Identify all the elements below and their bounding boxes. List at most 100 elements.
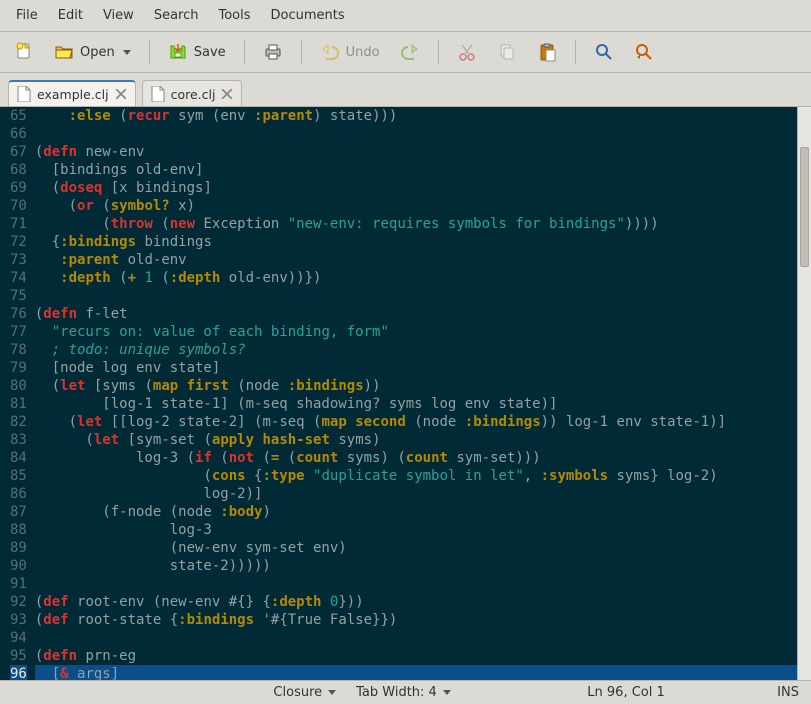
code-line[interactable]: (let [[log-2 state-2] (m-seq (map second…: [35, 413, 797, 431]
undo-button[interactable]: Undo: [314, 38, 386, 66]
code-line[interactable]: :parent old-env: [35, 251, 797, 269]
syntax-selector[interactable]: Closure: [273, 685, 336, 700]
code-line[interactable]: [& args]: [35, 665, 797, 680]
save-button[interactable]: Save: [162, 38, 232, 66]
code-line[interactable]: log-3 (if (not (= (count syms) (count sy…: [35, 449, 797, 467]
line-number: 94: [10, 629, 27, 647]
chevron-down-icon: [328, 690, 336, 695]
separator: [575, 40, 576, 64]
code-line[interactable]: (cons {:type "duplicate symbol in let", …: [35, 467, 797, 485]
toolbar: Open Save Undo: [0, 32, 811, 73]
line-number: 84: [10, 449, 27, 467]
menu-documents[interactable]: Documents: [261, 4, 355, 27]
line-number: 79: [10, 359, 27, 377]
tab-bar: example.clj core.clj: [0, 73, 811, 106]
menu-edit[interactable]: Edit: [48, 4, 93, 27]
tab-width-label: Tab Width:: [356, 685, 424, 700]
open-label: Open: [80, 45, 115, 60]
copy-button[interactable]: [491, 38, 523, 66]
code-line[interactable]: "recurs on: value of each binding, form": [35, 323, 797, 341]
code-line[interactable]: [35, 575, 797, 593]
replace-button[interactable]: [628, 38, 660, 66]
new-file-icon: [14, 42, 34, 62]
tab-width-selector[interactable]: Tab Width: 4: [356, 685, 451, 700]
code-line[interactable]: :depth (+ 1 (:depth old-env))}): [35, 269, 797, 287]
line-number: 74: [10, 269, 27, 287]
save-icon: [168, 42, 188, 62]
line-number: 66: [10, 125, 27, 143]
paste-button[interactable]: [531, 38, 563, 66]
code-line[interactable]: state-2))))): [35, 557, 797, 575]
close-icon[interactable]: [221, 88, 233, 100]
line-number: 91: [10, 575, 27, 593]
line-gutter: 6566676869707172737475767778798081828384…: [0, 107, 35, 680]
code-line[interactable]: [35, 125, 797, 143]
code-line[interactable]: (defn prn-eg: [35, 647, 797, 665]
cut-button[interactable]: [451, 38, 483, 66]
line-number: 72: [10, 233, 27, 251]
open-folder-icon: [54, 42, 74, 62]
code-line[interactable]: ; todo: unique symbols?: [35, 341, 797, 359]
code-line[interactable]: log-2)]: [35, 485, 797, 503]
line-number: 77: [10, 323, 27, 341]
code-line[interactable]: :else (recur sym (env :parent) state))): [35, 107, 797, 125]
find-button[interactable]: [588, 38, 620, 66]
code-line[interactable]: [node log env state]: [35, 359, 797, 377]
code-line[interactable]: (or (symbol? x): [35, 197, 797, 215]
vertical-scrollbar[interactable]: [797, 107, 811, 680]
find-replace-icon: [634, 42, 654, 62]
print-button[interactable]: [257, 38, 289, 66]
line-number: 73: [10, 251, 27, 269]
code-line[interactable]: {:bindings bindings: [35, 233, 797, 251]
code-line[interactable]: (def root-env (new-env #{} {:depth 0})): [35, 593, 797, 611]
scrollbar-thumb[interactable]: [800, 147, 809, 267]
tab-label: core.clj: [171, 87, 216, 102]
code-line[interactable]: (doseq [x bindings]: [35, 179, 797, 197]
code-line[interactable]: (throw (new Exception "new-env: requires…: [35, 215, 797, 233]
code-line[interactable]: [log-1 state-1] (m-seq shadowing? syms l…: [35, 395, 797, 413]
insert-mode[interactable]: INS: [777, 685, 799, 700]
code-line[interactable]: (f-node (node :body): [35, 503, 797, 521]
line-number: 67: [10, 143, 27, 161]
line-number: 78: [10, 341, 27, 359]
tab-core[interactable]: core.clj: [142, 80, 243, 107]
code-line[interactable]: (defn new-env: [35, 143, 797, 161]
line-number: 81: [10, 395, 27, 413]
close-icon[interactable]: [115, 88, 127, 100]
search-icon: [594, 42, 614, 62]
code-line[interactable]: (defn f-let: [35, 305, 797, 323]
line-number: 71: [10, 215, 27, 233]
redo-button[interactable]: [394, 38, 426, 66]
line-number: 90: [10, 557, 27, 575]
code-area[interactable]: :else (recur sym (env :parent) state))) (…: [35, 107, 797, 680]
tab-label: example.clj: [37, 87, 109, 102]
line-number: 87: [10, 503, 27, 521]
tab-width-value: 4: [428, 685, 436, 700]
code-line[interactable]: [35, 629, 797, 647]
print-icon: [263, 42, 283, 62]
syntax-label: Closure: [273, 685, 322, 700]
code-line[interactable]: [bindings old-env]: [35, 161, 797, 179]
code-line[interactable]: (new-env sym-set env): [35, 539, 797, 557]
line-number: 80: [10, 377, 27, 395]
menu-tools[interactable]: Tools: [208, 4, 260, 27]
code-line[interactable]: log-3: [35, 521, 797, 539]
menu-view[interactable]: View: [93, 4, 144, 27]
line-number: 70: [10, 197, 27, 215]
code-line[interactable]: [35, 287, 797, 305]
code-line[interactable]: (let [syms (map first (node :bindings)): [35, 377, 797, 395]
open-button[interactable]: Open: [48, 38, 137, 66]
editor[interactable]: 6566676869707172737475767778798081828384…: [0, 106, 811, 680]
line-number: 83: [10, 431, 27, 449]
cursor-position: Ln 96, Col 1: [587, 685, 664, 700]
status-bar: Closure Tab Width: 4 Ln 96, Col 1 INS: [0, 680, 811, 704]
menu-search[interactable]: Search: [144, 4, 209, 27]
tab-example[interactable]: example.clj: [8, 80, 136, 107]
code-line[interactable]: (let [sym-set (apply hash-set syms): [35, 431, 797, 449]
code-line[interactable]: (def root-state {:bindings '#{True False…: [35, 611, 797, 629]
new-button[interactable]: [8, 38, 40, 66]
line-number: 89: [10, 539, 27, 557]
line-number: 93: [10, 611, 27, 629]
menu-file[interactable]: File: [6, 4, 48, 27]
undo-icon: [320, 42, 340, 62]
